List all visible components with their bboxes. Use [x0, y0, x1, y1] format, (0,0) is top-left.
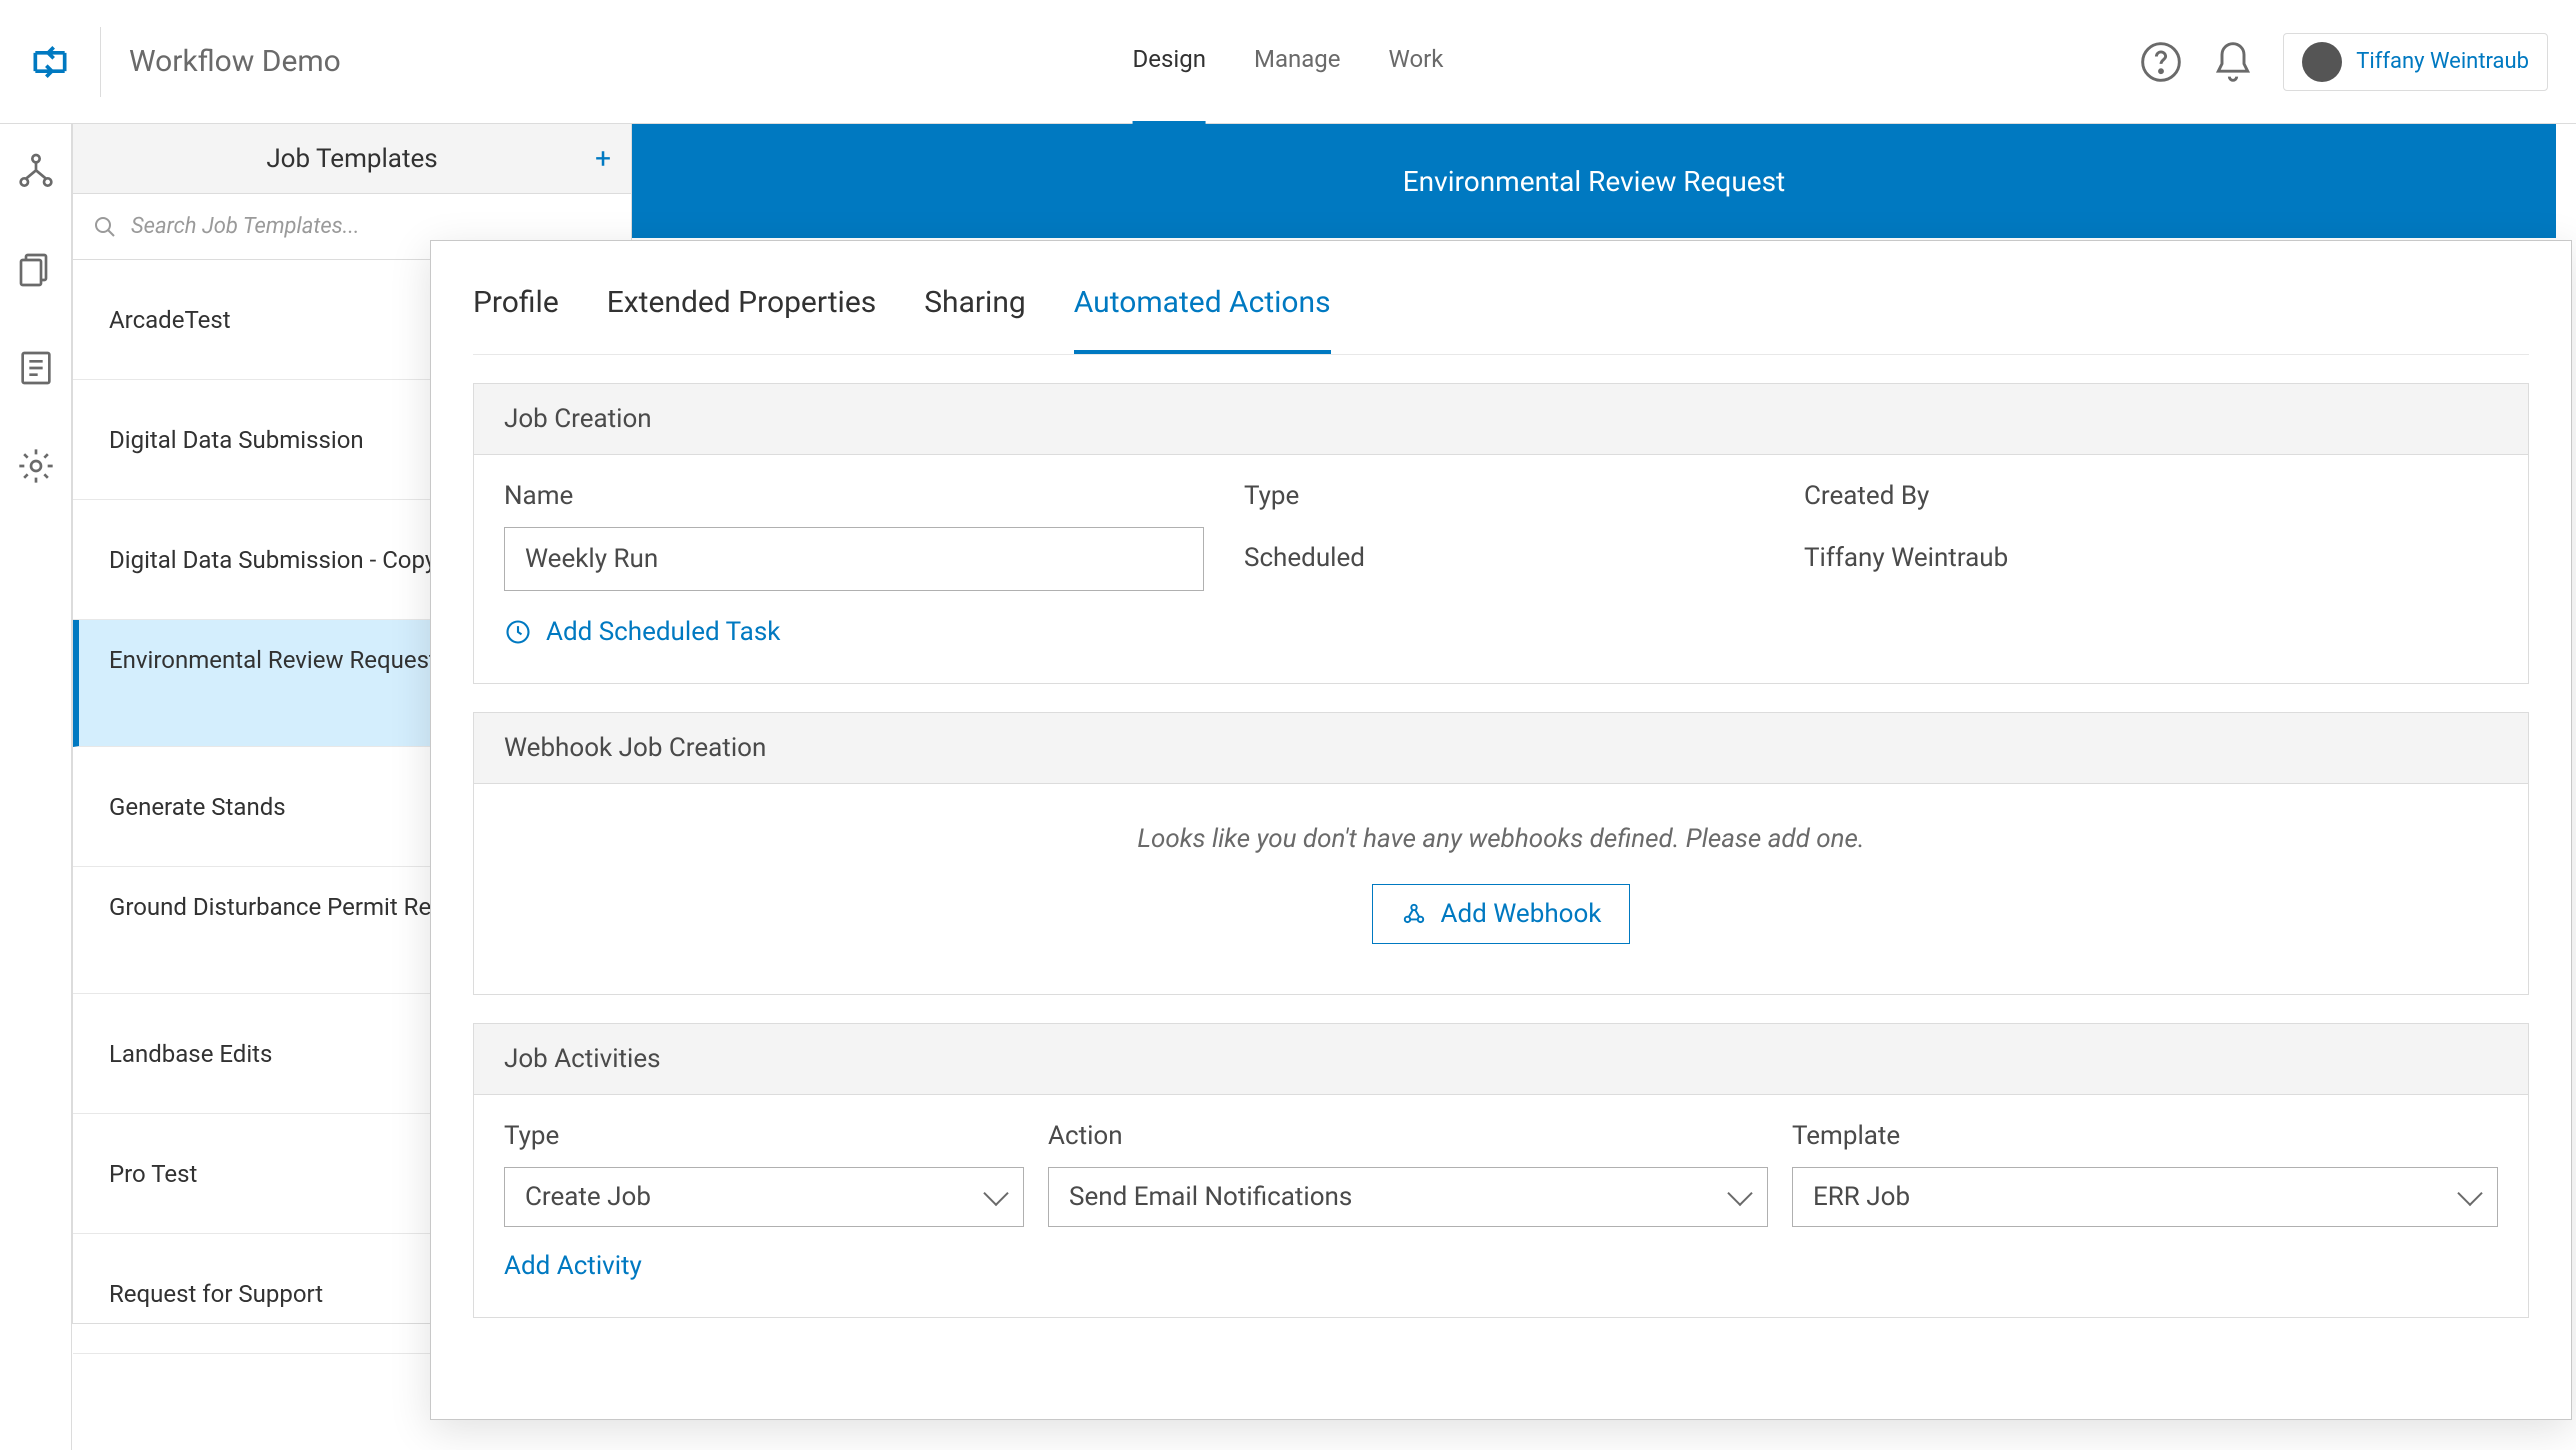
add-webhook-button[interactable]: Add Webhook: [1372, 884, 1631, 944]
nav-manage[interactable]: Manage: [1254, 0, 1341, 127]
label-act-action: Action: [1048, 1121, 1768, 1151]
tab-sharing[interactable]: Sharing: [924, 285, 1026, 354]
label-act-template: Template: [1792, 1121, 2498, 1151]
webhook-empty-message: Looks like you don't have any webhooks d…: [474, 824, 2528, 854]
bell-icon[interactable]: [2211, 40, 2255, 84]
banner-title: Environmental Review Request: [1403, 165, 1785, 198]
tab-profile[interactable]: Profile: [473, 285, 559, 354]
header-right: Tiffany Weintraub: [2139, 33, 2548, 91]
section-title: Webhook Job Creation: [474, 713, 2528, 784]
section-webhook: Webhook Job Creation Looks like you don'…: [473, 712, 2529, 995]
app-header: Workflow Demo Design Manage Work Tiffany…: [0, 0, 2576, 124]
search-input[interactable]: [131, 214, 611, 239]
webhook-icon: [1401, 901, 1427, 927]
nav-design[interactable]: Design: [1133, 0, 1206, 127]
activity-template-select[interactable]: ERR Job: [1792, 1167, 2498, 1227]
activity-type-value: Create Job: [525, 1182, 651, 1212]
activity-action-select[interactable]: Send Email Notifications: [1048, 1167, 1768, 1227]
add-activity-link[interactable]: Add Activity: [504, 1251, 642, 1281]
label-created-by: Created By: [1804, 481, 2498, 511]
section-job-creation: Job Creation Name Type Scheduled Created…: [473, 383, 2529, 684]
activity-action-value: Send Email Notifications: [1069, 1182, 1352, 1212]
icon-rail: [0, 124, 72, 1450]
add-scheduled-task-label: Add Scheduled Task: [546, 617, 780, 647]
templates-icon[interactable]: [16, 250, 56, 290]
app-logo-icon: [28, 40, 72, 84]
label-type: Type: [1244, 481, 1784, 511]
templates-header: Job Templates +: [73, 124, 631, 194]
user-chip[interactable]: Tiffany Weintraub: [2283, 33, 2548, 91]
page-banner: Environmental Review Request: [632, 124, 2556, 238]
activity-template-value: ERR Job: [1813, 1182, 1910, 1212]
form-icon[interactable]: [16, 348, 56, 388]
add-template-button[interactable]: +: [595, 142, 611, 175]
clock-icon: [504, 618, 532, 646]
gear-icon[interactable]: [16, 446, 56, 486]
user-name: Tiffany Weintraub: [2356, 49, 2529, 74]
tab-automated[interactable]: Automated Actions: [1074, 285, 1331, 354]
tab-extended[interactable]: Extended Properties: [607, 285, 876, 354]
add-scheduled-task-link[interactable]: Add Scheduled Task: [504, 617, 2498, 647]
help-icon[interactable]: [2139, 40, 2183, 84]
section-activities: Job Activities Type Create Job Action Se…: [473, 1023, 2529, 1318]
search-icon: [93, 215, 117, 239]
label-act-type: Type: [504, 1121, 1024, 1151]
section-title: Job Creation: [474, 384, 2528, 455]
section-title: Job Activities: [474, 1024, 2528, 1095]
templates-title: Job Templates: [266, 144, 437, 174]
add-webhook-label: Add Webhook: [1441, 899, 1602, 929]
task-created-by-value: Tiffany Weintraub: [1804, 527, 2498, 573]
detail-panel: Profile Extended Properties Sharing Auto…: [430, 240, 2572, 1420]
diagram-icon[interactable]: [16, 152, 56, 192]
nav-work[interactable]: Work: [1389, 0, 1444, 127]
activity-type-select[interactable]: Create Job: [504, 1167, 1024, 1227]
task-type-value: Scheduled: [1244, 527, 1784, 573]
header-nav: Design Manage Work: [1133, 0, 1444, 127]
app-title: Workflow Demo: [100, 27, 341, 97]
avatar-icon: [2302, 42, 2342, 82]
detail-tabs: Profile Extended Properties Sharing Auto…: [473, 285, 2529, 355]
task-name-input[interactable]: [504, 527, 1204, 591]
label-name: Name: [504, 481, 1224, 511]
